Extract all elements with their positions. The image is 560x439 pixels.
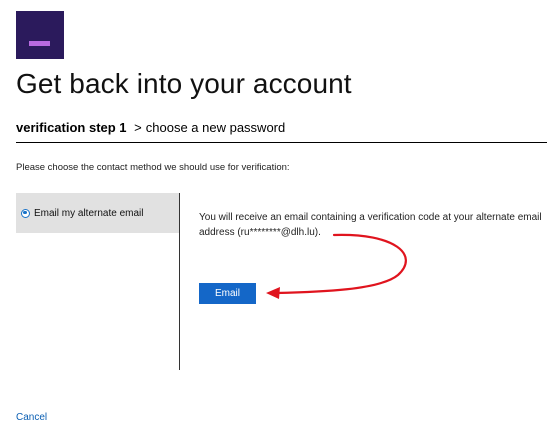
method-option-alternate-email[interactable]: Email my alternate email [16, 193, 179, 233]
current-step: verification step 1 [16, 120, 127, 135]
contact-method-list: Email my alternate email [16, 193, 179, 369]
verification-description: You will receive an email containing a v… [199, 212, 542, 238]
next-step: choose a new password [145, 120, 286, 135]
method-label: Email my alternate email [34, 207, 144, 219]
vertical-divider [179, 193, 180, 370]
arrow-curve [274, 233, 407, 295]
email-button[interactable]: Email [199, 283, 256, 304]
arrow-head [266, 287, 280, 299]
header-divider [16, 142, 547, 143]
step-separator: > [134, 120, 142, 135]
instruction-text: Please choose the contact method we shou… [16, 162, 290, 173]
radio-selected-icon[interactable] [21, 208, 30, 218]
page-title: Get back into your account [16, 68, 352, 99]
cancel-link[interactable]: Cancel [16, 412, 47, 423]
step-indicator: verification step 1 > choose a new passwo… [16, 120, 285, 135]
logo-icon [16, 11, 64, 59]
logo-bar [29, 41, 50, 46]
